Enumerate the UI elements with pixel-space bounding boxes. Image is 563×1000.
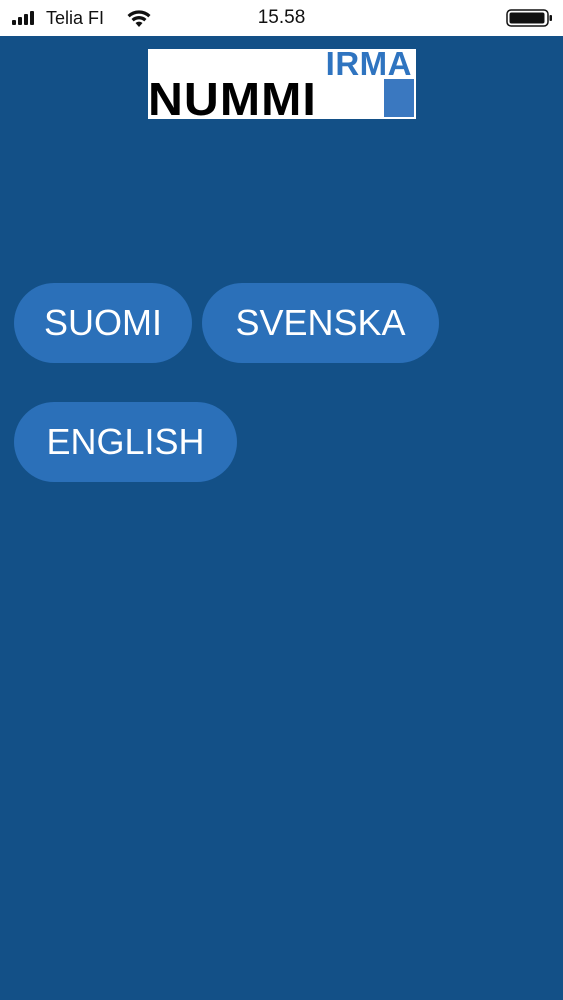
language-button-english[interactable]: ENGLISH <box>14 402 237 482</box>
logo-nummi-text: NUMMI <box>148 73 317 119</box>
language-button-svenska[interactable]: SVENSKA <box>202 283 439 363</box>
status-bar: Telia FI 15.58 <box>0 0 563 36</box>
battery-icon <box>506 9 552 27</box>
logo-square-mark <box>384 79 414 117</box>
status-time: 15.58 <box>257 7 306 28</box>
logo-irma-text: IRMA <box>325 49 412 82</box>
nummi-irma-logo: IRMA NUMMI <box>148 49 416 119</box>
language-button-suomi[interactable]: SUOMI <box>14 283 192 363</box>
